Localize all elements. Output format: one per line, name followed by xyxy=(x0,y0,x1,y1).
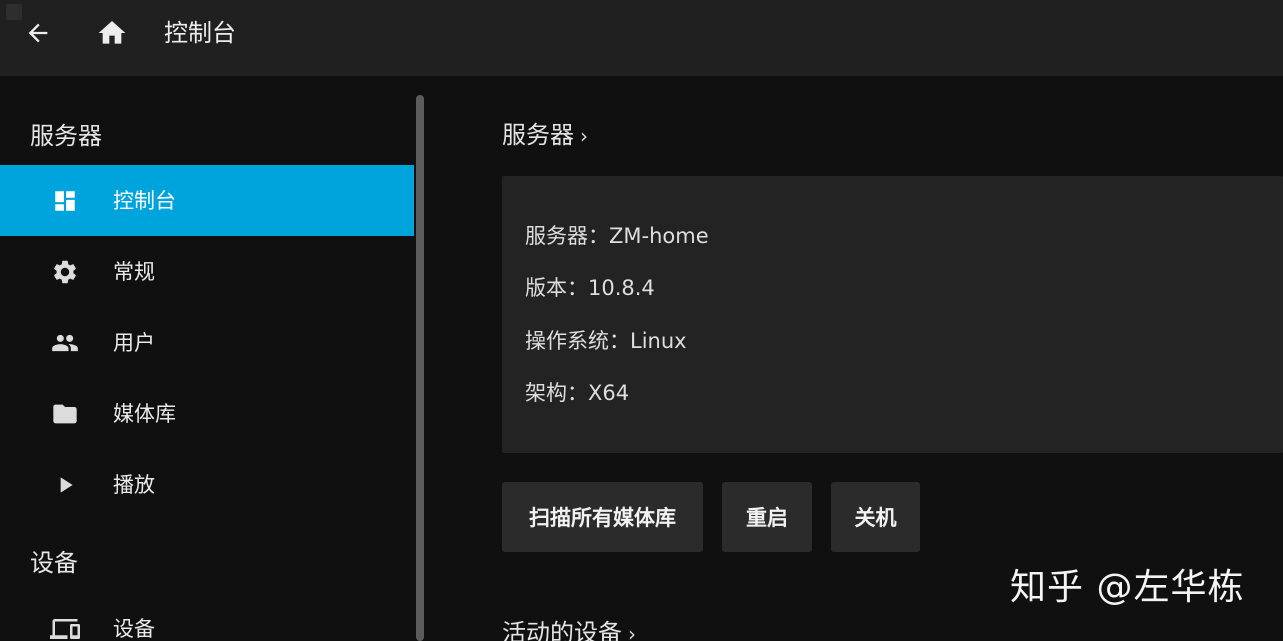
sidebar-item-playback[interactable]: 播放 xyxy=(0,449,416,520)
sidebar-item-label: 控制台 xyxy=(113,188,176,213)
app-window: 控制台 服务器 控制台 常规 用户 媒体库 播放 设备 设备 服务器 › 服务器… xyxy=(0,0,1283,641)
active-devices-section-link[interactable]: 活动的设备 › xyxy=(502,616,636,641)
home-icon xyxy=(98,21,126,44)
sidebar-item-label: 媒体库 xyxy=(113,401,176,426)
sidebar-heading-server: 服务器 xyxy=(30,122,102,150)
play-icon xyxy=(50,470,80,500)
active-devices-title: 活动的设备 xyxy=(502,619,622,641)
sidebar-item-label: 用户 xyxy=(113,330,155,355)
gear-icon xyxy=(50,257,80,287)
shutdown-button[interactable]: 关机 xyxy=(831,482,920,552)
dashboard-icon xyxy=(50,186,80,216)
folder-icon xyxy=(50,399,80,429)
server-os: 操作系统：Linux xyxy=(525,329,687,353)
sidebar-scrollbar-thumb[interactable] xyxy=(416,95,424,641)
sidebar-item-general[interactable]: 常规 xyxy=(0,236,416,307)
back-button[interactable] xyxy=(16,15,60,51)
restart-button[interactable]: 重启 xyxy=(722,482,812,552)
sidebar-item-label: 设备 xyxy=(113,616,155,641)
server-section-title: 服务器 xyxy=(502,121,574,149)
arrow-back-icon xyxy=(28,23,48,43)
people-icon xyxy=(50,328,80,358)
server-name: 服务器：ZM-home xyxy=(525,224,709,248)
sidebar-item-libraries[interactable]: 媒体库 xyxy=(0,378,416,449)
sidebar-item-users[interactable]: 用户 xyxy=(0,307,416,378)
sidebar-item-dashboard[interactable]: 控制台 xyxy=(0,165,416,236)
sidebar-heading-devices: 设备 xyxy=(30,549,78,577)
server-section-link[interactable]: 服务器 › xyxy=(502,118,588,152)
chevron-right-icon: › xyxy=(580,124,588,148)
page-title: 控制台 xyxy=(164,19,236,47)
server-arch: 架构：X64 xyxy=(525,381,630,405)
server-version: 版本：10.8.4 xyxy=(525,276,655,300)
home-button[interactable] xyxy=(90,15,134,51)
sidebar-item-devices[interactable]: 设备 xyxy=(0,593,416,641)
watermark: 知乎 @左华栋 xyxy=(1010,567,1245,608)
server-info-card: 服务器：ZM-home 版本：10.8.4 操作系统：Linux 架构：X64 xyxy=(502,176,1283,453)
top-bar: 控制台 xyxy=(0,0,1283,76)
main-content: 服务器 › 服务器：ZM-home 版本：10.8.4 操作系统：Linux 架构… xyxy=(424,76,1283,641)
chevron-right-icon: › xyxy=(628,622,636,641)
sidebar-item-label: 播放 xyxy=(113,472,155,497)
sidebar-item-label: 常规 xyxy=(113,259,155,284)
sidebar: 服务器 控制台 常规 用户 媒体库 播放 设备 设备 xyxy=(0,76,424,641)
devices-icon xyxy=(50,614,80,641)
scan-all-libraries-button[interactable]: 扫描所有媒体库 xyxy=(502,482,703,552)
